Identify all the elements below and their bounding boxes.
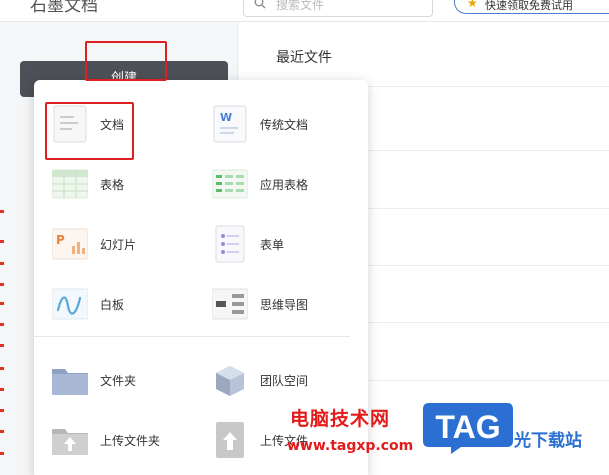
- menu-item-label: 文档: [100, 118, 125, 132]
- menu-item-label: 文件夹: [100, 374, 137, 388]
- watermark-url: www.tagxp.com: [287, 438, 414, 454]
- menu-item-label: 应用表格: [260, 178, 309, 192]
- tag-logo-text: TAG: [435, 409, 500, 445]
- menu-item-label: 团队空间: [260, 374, 309, 388]
- form-icon: [215, 225, 245, 263]
- promo-label: 快速领取免费试用: [485, 0, 573, 12]
- doc-icon: [53, 105, 87, 143]
- menu-item-slides[interactable]: P 幻灯片: [52, 224, 202, 264]
- menu-item-mindmap[interactable]: 思维导图: [212, 284, 362, 324]
- watermark-site-text: 光下载站: [514, 431, 582, 451]
- menu-item-label: 上传文件夹: [100, 434, 161, 448]
- upload-file-icon: [216, 422, 244, 458]
- menu-item-team-space[interactable]: 团队空间: [212, 360, 362, 400]
- mindmap-icon: [212, 288, 248, 320]
- recent-files-title: 最近文件: [276, 50, 332, 66]
- menu-item-form[interactable]: 表单: [212, 224, 362, 264]
- sheet-icon: [52, 169, 88, 199]
- menu-item-folder[interactable]: 文件夹: [52, 360, 202, 400]
- menu-item-app-sheet[interactable]: 应用表格: [212, 164, 362, 204]
- menu-item-sheet[interactable]: 表格: [52, 164, 202, 204]
- menu-item-label: 白板: [100, 298, 125, 312]
- star-icon: ★: [467, 0, 478, 10]
- menu-item-label: 表单: [260, 238, 285, 252]
- menu-item-word-doc[interactable]: W 传统文档: [212, 104, 362, 144]
- search-input[interactable]: 搜索文件: [243, 0, 433, 17]
- menu-item-label: 传统文档: [260, 118, 309, 132]
- svg-text:W: W: [220, 111, 232, 124]
- search-icon: [254, 0, 266, 9]
- menu-item-upload-folder[interactable]: 上传文件夹: [52, 420, 202, 460]
- menu-item-whiteboard[interactable]: 白板: [52, 284, 202, 324]
- app-sheet-icon: [212, 169, 248, 199]
- upload-folder-icon: [52, 429, 88, 455]
- watermark-cn-text: 电脑技术网: [290, 408, 391, 430]
- top-bar: 石墨文档 搜索文件 ★ 快速领取免费试用: [0, 0, 609, 22]
- svg-text:P: P: [56, 233, 65, 247]
- app-title: 石墨文档: [30, 0, 98, 16]
- slides-icon: P: [52, 228, 88, 260]
- team-space-icon: [216, 366, 244, 396]
- word-doc-icon: W: [213, 105, 247, 143]
- menu-item-label: 幻灯片: [100, 238, 137, 252]
- promo-button[interactable]: ★ 快速领取免费试用: [454, 0, 609, 14]
- menu-item-doc[interactable]: 文档: [52, 104, 202, 144]
- menu-divider: [34, 336, 350, 337]
- menu-item-label: 表格: [100, 178, 125, 192]
- folder-icon: [52, 369, 88, 395]
- search-placeholder: 搜索文件: [276, 0, 325, 12]
- menu-item-label: 思维导图: [260, 298, 309, 312]
- tag-logo-icon: TAG: [423, 403, 513, 454]
- whiteboard-icon: [52, 288, 88, 320]
